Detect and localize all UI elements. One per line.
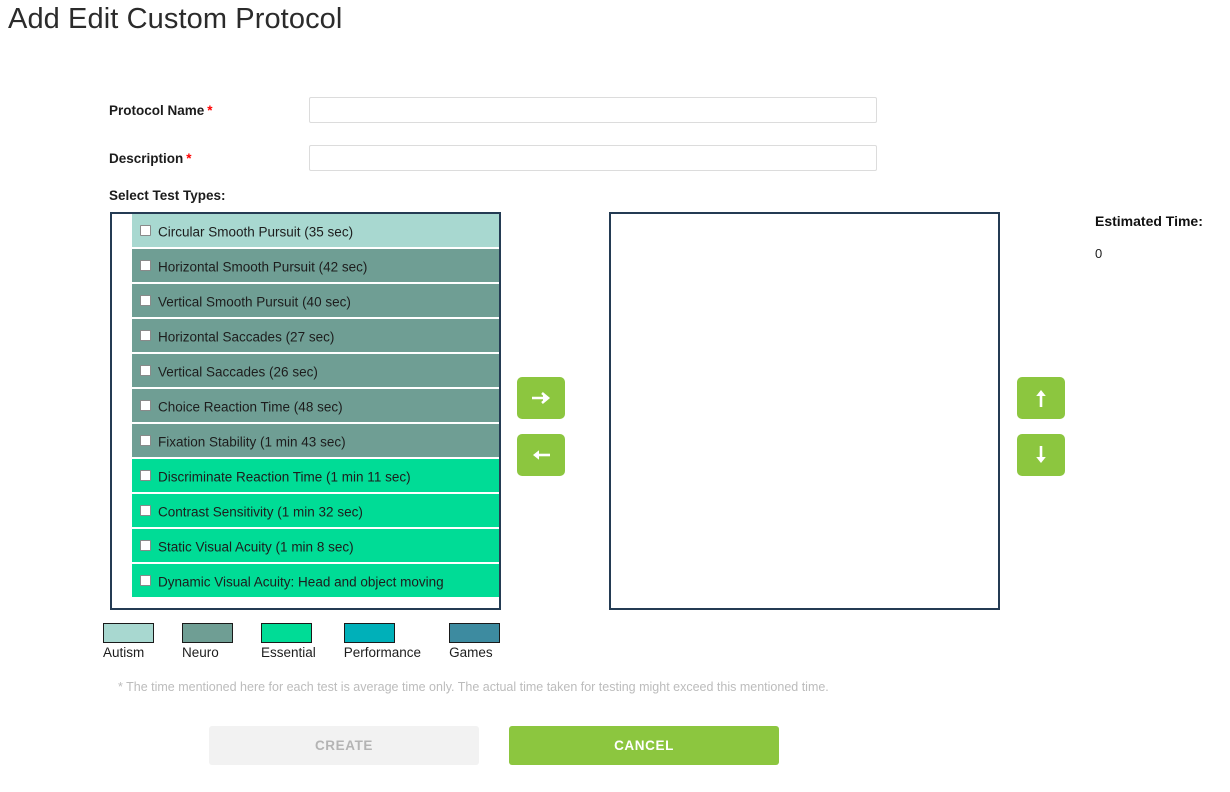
protocol-name-label: Protocol Name * bbox=[109, 103, 213, 118]
protocol-name-label-text: Protocol Name bbox=[109, 103, 205, 118]
move-right-button[interactable] bbox=[517, 377, 565, 419]
test-checkbox[interactable] bbox=[140, 540, 151, 552]
available-tests-panel[interactable]: Circular Smooth Pursuit (35 sec) Horizont… bbox=[110, 212, 501, 610]
test-list-item[interactable]: Contrast Sensitivity (1 min 32 sec) bbox=[132, 494, 499, 529]
test-checkbox[interactable] bbox=[140, 365, 151, 377]
test-list-item[interactable]: Vertical Saccades (26 sec) bbox=[132, 354, 499, 389]
legend-color-swatch bbox=[261, 623, 312, 643]
legend-label: Autism bbox=[103, 645, 145, 660]
move-left-button[interactable] bbox=[517, 434, 565, 476]
legend-entry: Performance bbox=[343, 623, 422, 661]
legend-color-swatch bbox=[103, 623, 154, 643]
test-checkbox[interactable] bbox=[140, 225, 151, 237]
test-checkbox[interactable] bbox=[140, 470, 151, 482]
protocol-name-row: Protocol Name * bbox=[109, 97, 1109, 125]
required-asterisk: * bbox=[207, 103, 213, 118]
test-name-label: Static Visual Acuity (1 min 8 sec) bbox=[158, 539, 354, 555]
test-name-label: Dynamic Visual Acuity: Head and object m… bbox=[158, 574, 444, 590]
required-asterisk: * bbox=[186, 151, 192, 166]
legend-label: Games bbox=[449, 645, 493, 660]
legend-color-swatch bbox=[182, 623, 233, 643]
test-list-item[interactable]: Choice Reaction Time (48 sec) bbox=[132, 389, 499, 424]
cancel-button[interactable]: CANCEL bbox=[509, 726, 779, 765]
test-list-item[interactable]: Horizontal Smooth Pursuit (42 sec) bbox=[132, 249, 499, 284]
move-up-button[interactable] bbox=[1017, 377, 1065, 419]
move-down-button[interactable] bbox=[1017, 434, 1065, 476]
legend-label: Neuro bbox=[182, 645, 219, 660]
test-name-label: Vertical Smooth Pursuit (40 sec) bbox=[158, 294, 351, 310]
test-name-label: Horizontal Saccades (27 sec) bbox=[158, 329, 335, 345]
time-disclaimer-note: * The time mentioned here for each test … bbox=[118, 680, 829, 694]
select-test-types-label: Select Test Types: bbox=[109, 188, 226, 203]
legend-color-swatch bbox=[449, 623, 501, 643]
arrow-down-icon bbox=[1033, 445, 1049, 465]
estimated-time-label: Estimated Time: bbox=[1095, 213, 1203, 229]
legend-entry: Essential bbox=[261, 623, 316, 661]
legend-entry: Games bbox=[449, 623, 501, 661]
legend-label: Essential bbox=[261, 645, 316, 660]
description-label: Description * bbox=[109, 151, 192, 166]
test-checkbox[interactable] bbox=[140, 575, 151, 587]
test-checkbox[interactable] bbox=[140, 330, 151, 342]
legend-entry: Autism bbox=[103, 623, 154, 661]
description-row: Description * bbox=[109, 145, 1109, 173]
test-checkbox[interactable] bbox=[140, 400, 151, 412]
arrow-right-icon bbox=[531, 390, 551, 406]
protocol-name-input[interactable] bbox=[309, 97, 877, 123]
test-checkbox[interactable] bbox=[140, 260, 151, 272]
test-name-label: Circular Smooth Pursuit (35 sec) bbox=[158, 224, 354, 240]
test-name-label: Vertical Saccades (26 sec) bbox=[158, 364, 318, 380]
page-title: Add Edit Custom Protocol bbox=[8, 3, 343, 35]
test-list-item[interactable]: Discriminate Reaction Time (1 min 11 sec… bbox=[132, 459, 499, 494]
legend-label: Performance bbox=[343, 645, 422, 660]
legend-color-swatch bbox=[343, 623, 395, 643]
test-list-item[interactable]: Vertical Smooth Pursuit (40 sec) bbox=[132, 284, 499, 319]
test-checkbox[interactable] bbox=[140, 295, 151, 307]
test-name-label: Horizontal Smooth Pursuit (42 sec) bbox=[158, 259, 368, 275]
test-list-item[interactable]: Static Visual Acuity (1 min 8 sec) bbox=[132, 529, 499, 564]
test-list-item[interactable]: Dynamic Visual Acuity: Head and object m… bbox=[132, 564, 499, 599]
description-input[interactable] bbox=[309, 145, 877, 171]
available-tests-list[interactable]: Circular Smooth Pursuit (35 sec) Horizont… bbox=[132, 214, 499, 599]
legend-entry: Neuro bbox=[182, 623, 233, 661]
category-legend: Autism Neuro Essential Performance Games bbox=[103, 623, 501, 661]
description-label-text: Description bbox=[109, 151, 184, 166]
test-list-item[interactable]: Fixation Stability (1 min 43 sec) bbox=[132, 424, 499, 459]
test-checkbox[interactable] bbox=[140, 505, 151, 517]
test-name-label: Contrast Sensitivity (1 min 32 sec) bbox=[158, 504, 363, 520]
estimated-time-value: 0 bbox=[1095, 246, 1103, 261]
arrow-left-icon bbox=[531, 447, 551, 463]
selected-tests-panel[interactable] bbox=[609, 212, 1000, 610]
create-button[interactable]: CREATE bbox=[209, 726, 479, 765]
test-checkbox[interactable] bbox=[140, 435, 151, 447]
test-name-label: Fixation Stability (1 min 43 sec) bbox=[158, 434, 346, 450]
test-list-item[interactable]: Circular Smooth Pursuit (35 sec) bbox=[132, 214, 499, 249]
test-name-label: Choice Reaction Time (48 sec) bbox=[158, 399, 343, 415]
test-name-label: Discriminate Reaction Time (1 min 11 sec… bbox=[158, 469, 411, 485]
arrow-up-icon bbox=[1033, 388, 1049, 408]
test-list-item[interactable]: Horizontal Saccades (27 sec) bbox=[132, 319, 499, 354]
